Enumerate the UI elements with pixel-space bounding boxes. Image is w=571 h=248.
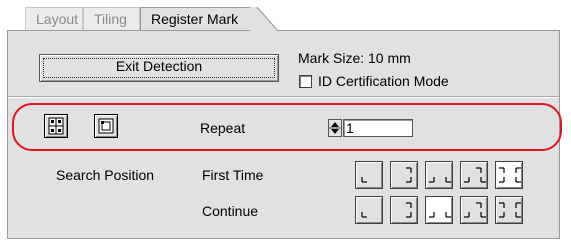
first-time-position-option-2[interactable] xyxy=(390,161,418,189)
first-time-position-option-5[interactable] xyxy=(495,161,523,189)
first-time-label: First Time xyxy=(202,167,264,183)
first-time-position-option-3[interactable] xyxy=(425,161,453,189)
corner-mark-icon xyxy=(464,167,486,183)
corner-mark-icon xyxy=(406,167,412,183)
first-time-position-option-1[interactable] xyxy=(355,161,383,189)
mark-size-value: 10 mm xyxy=(368,50,411,66)
continue-label: Continue xyxy=(202,203,259,219)
separator xyxy=(8,96,559,98)
corner-mark-icon xyxy=(429,177,451,183)
continue-position-option-3[interactable] xyxy=(425,196,453,224)
tab-tiling[interactable]: Tiling xyxy=(83,7,140,30)
corner-mark-icon xyxy=(361,212,367,218)
button-focus-ring xyxy=(43,58,275,78)
tab-register-mark[interactable]: Register Mark xyxy=(140,7,258,30)
id-certification-label: ID Certification Mode xyxy=(318,73,449,89)
corner-mark-icon xyxy=(499,167,521,183)
continue-position-option-2[interactable] xyxy=(390,196,418,224)
corner-mark-icon xyxy=(361,177,367,183)
first-time-position-option-4[interactable] xyxy=(460,161,488,189)
exit-detection-button[interactable]: Exit Detection xyxy=(39,54,279,82)
tab-tiling-label: Tiling xyxy=(94,11,127,27)
continue-position-option-4[interactable] xyxy=(460,196,488,224)
repeat-spinner[interactable] xyxy=(328,119,342,137)
corner-mark-icon xyxy=(406,202,412,218)
tab-slant-decoration xyxy=(250,6,279,32)
tab-layout[interactable]: Layout xyxy=(25,7,83,30)
corner-mark-icon xyxy=(429,212,451,218)
continue-position-option-5[interactable] xyxy=(495,196,523,224)
id-certification-checkbox[interactable] xyxy=(299,75,312,88)
corner-mark-icon xyxy=(464,202,486,218)
register-mark-corner-icon[interactable] xyxy=(94,114,118,138)
register-mark-grid-icon[interactable] xyxy=(44,114,68,138)
continue-position-option-1[interactable] xyxy=(355,196,383,224)
repeat-label: Repeat xyxy=(200,120,246,136)
tab-register-mark-label: Register Mark xyxy=(151,11,239,27)
corner-mark-icon xyxy=(499,202,521,218)
repeat-input[interactable]: 1 xyxy=(343,119,413,137)
mark-size-label: Mark Size: 10 mm xyxy=(298,50,411,66)
search-position-label: Search Position xyxy=(56,167,155,183)
tab-layout-label: Layout xyxy=(36,11,79,27)
